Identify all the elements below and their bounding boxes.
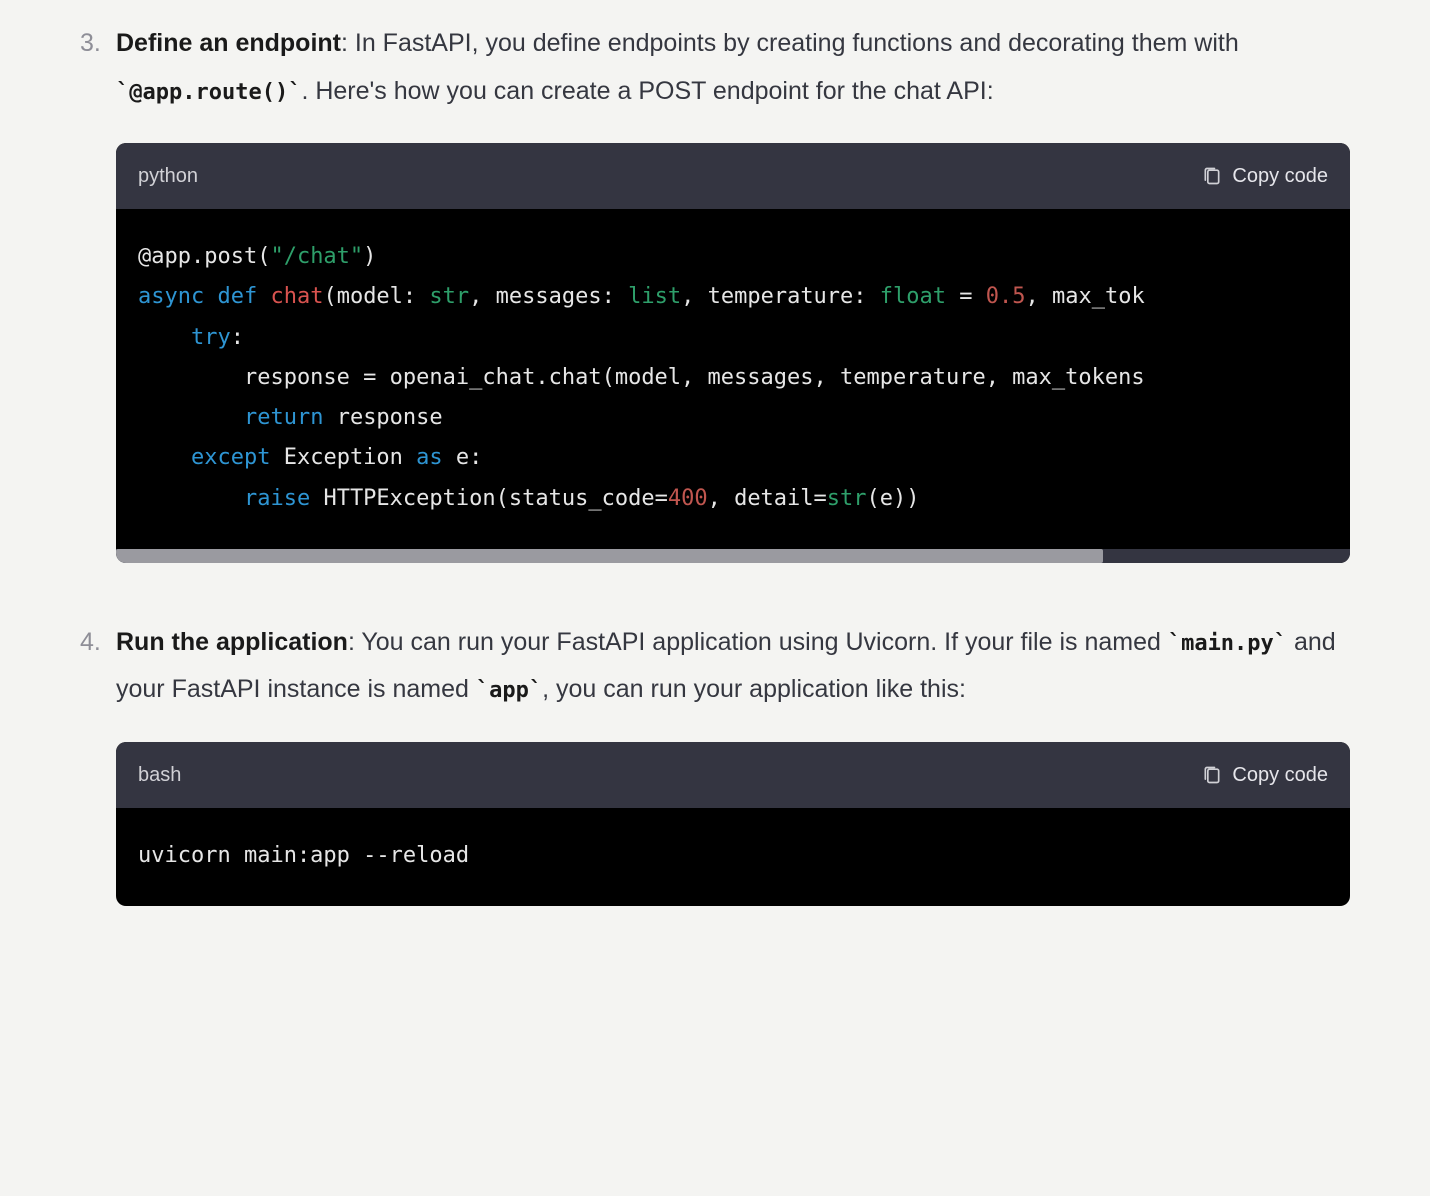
code-body[interactable]: @app.post("/chat") async def chat(model:… xyxy=(116,209,1350,549)
inline-code: `main.py` xyxy=(1168,631,1287,656)
step-text: , you can run your application like this… xyxy=(542,675,966,703)
inline-code: `@app.route()` xyxy=(116,80,301,105)
code-pre: uvicorn main:app --reload xyxy=(138,836,1328,876)
step-item: Define an endpoint: In FastAPI, you defi… xyxy=(80,20,1350,563)
step-text: . Here's how you can create a POST endpo… xyxy=(301,77,993,105)
code-lang-label: bash xyxy=(138,756,181,794)
clipboard-icon xyxy=(1202,165,1222,187)
copy-code-button[interactable]: Copy code xyxy=(1202,756,1328,794)
horizontal-scrollbar[interactable] xyxy=(116,549,1350,563)
code-block-header: python Copy code xyxy=(116,143,1350,209)
step-text: : In FastAPI, you define endpoints by cr… xyxy=(341,29,1239,57)
step-title: Define an endpoint xyxy=(116,29,341,57)
copy-code-label: Copy code xyxy=(1232,157,1328,195)
code-pre: @app.post("/chat") async def chat(model:… xyxy=(138,237,1328,519)
clipboard-icon xyxy=(1202,764,1222,786)
step-item: Run the application: You can run your Fa… xyxy=(80,619,1350,906)
document-content: Define an endpoint: In FastAPI, you defi… xyxy=(0,20,1430,906)
code-body-wrap: @app.post("/chat") async def chat(model:… xyxy=(116,209,1350,563)
code-block-header: bash Copy code xyxy=(116,742,1350,808)
code-body[interactable]: uvicorn main:app --reload xyxy=(116,808,1350,906)
code-block: python Copy code @app.post("/chat") xyxy=(116,143,1350,563)
code-lang-label: python xyxy=(138,157,198,195)
inline-code: `app` xyxy=(476,678,542,703)
scrollbar-thumb[interactable] xyxy=(116,549,1103,563)
copy-code-button[interactable]: Copy code xyxy=(1202,157,1328,195)
step-title: Run the application xyxy=(116,628,348,656)
copy-code-label: Copy code xyxy=(1232,756,1328,794)
step-text: : You can run your FastAPI application u… xyxy=(348,628,1168,656)
code-block: bash Copy code uvicorn main:app --reload xyxy=(116,742,1350,906)
ordered-steps: Define an endpoint: In FastAPI, you defi… xyxy=(80,20,1350,906)
